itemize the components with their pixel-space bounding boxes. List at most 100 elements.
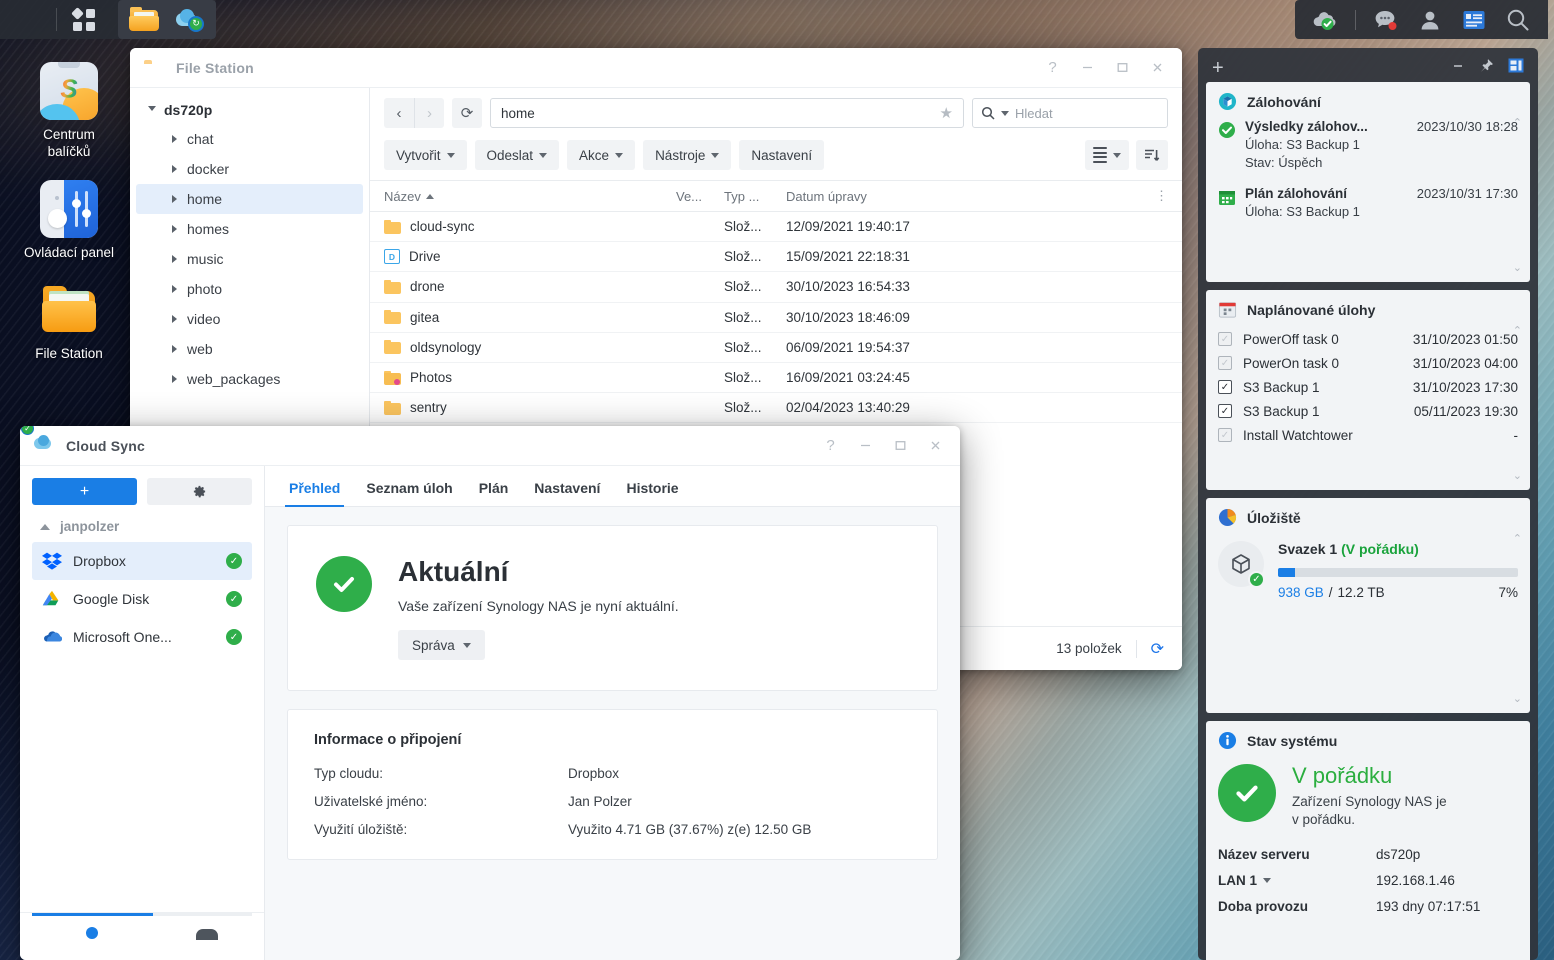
tray-user-account[interactable] [1410, 0, 1450, 39]
settings-button[interactable]: Nastavení [739, 140, 825, 170]
main-menu-button[interactable] [56, 0, 112, 39]
account-group-header[interactable]: janpolzer [32, 505, 252, 542]
task-row[interactable]: ✓ S3 Backup 1 31/10/2023 17:30 [1218, 375, 1518, 399]
checkbox-icon[interactable]: ✓ [1218, 428, 1232, 442]
table-row[interactable]: Photos Slož... 16/09/2021 03:24:45 [370, 363, 1182, 394]
tray-widgets-toggle[interactable] [1454, 0, 1494, 39]
task-row[interactable]: ✓ S3 Backup 1 05/11/2023 19:30 [1218, 399, 1518, 423]
scroll-down-icon[interactable]: ⌄ [1513, 692, 1522, 705]
task-time: 31/10/2023 17:30 [1412, 379, 1518, 395]
account-item-dropbox[interactable]: Dropbox ✓ [32, 542, 252, 580]
manage-button[interactable]: Správa [398, 630, 485, 661]
chevron-right-icon [172, 345, 177, 353]
cloud-sync-window[interactable]: ✓ Cloud Sync ? + janpolzer Dropbox ✓ Goo… [20, 426, 960, 960]
column-header-date[interactable]: Datum úpravy [786, 189, 1148, 204]
close-icon[interactable] [919, 431, 952, 461]
tab-nastaveni[interactable]: Nastavení [534, 480, 600, 506]
view-mode-button[interactable] [1085, 140, 1129, 170]
taskbar-item-file-station[interactable] [124, 0, 164, 39]
tree-item-docker[interactable]: docker [136, 154, 363, 184]
task-row[interactable]: ✓ Install Watchtower - [1218, 423, 1518, 447]
tree-item-photo[interactable]: photo [136, 274, 363, 304]
tree-item-chat[interactable]: chat [136, 124, 363, 154]
desktop-icon-file-station[interactable]: File Station [14, 281, 124, 362]
table-row[interactable]: oldsynology Slož... 06/09/2021 19:54:37 [370, 333, 1182, 363]
create-button[interactable]: Vytvořit [384, 140, 467, 170]
minimize-icon[interactable] [849, 431, 882, 461]
backup-result-item[interactable]: Výsledky zálohov... 2023/10/30 18:28 Úlo… [1218, 119, 1518, 170]
scroll-down-icon[interactable]: ⌄ [1513, 469, 1522, 482]
column-header-type[interactable]: Typ ... [724, 189, 786, 204]
folder-icon [384, 400, 401, 415]
account-item-onedrive[interactable]: Microsoft One... ✓ [32, 618, 252, 656]
info-key[interactable]: LAN 1 [1218, 873, 1376, 888]
green-check-icon [316, 556, 372, 612]
pin-icon[interactable] [1479, 58, 1494, 78]
close-icon[interactable] [1141, 53, 1174, 83]
checkbox-icon[interactable]: ✓ [1218, 332, 1232, 346]
minimize-icon[interactable] [1451, 59, 1465, 78]
add-connection-button[interactable]: + [32, 478, 137, 505]
table-row[interactable]: gitea Slož... 30/10/2023 18:46:09 [370, 303, 1182, 333]
tree-item-web[interactable]: web [136, 334, 363, 364]
path-input[interactable]: home ★ [490, 98, 964, 128]
task-row[interactable]: ✓ PowerOff task 0 31/10/2023 01:50 [1218, 327, 1518, 351]
table-row[interactable]: drone Slož... 30/10/2023 16:54:33 [370, 272, 1182, 303]
favorite-star-icon[interactable]: ★ [940, 104, 953, 122]
scroll-up-icon[interactable]: ⌃ [1513, 532, 1522, 545]
tray-cloud-sync-status[interactable] [1305, 0, 1345, 39]
taskbar-item-cloud-sync[interactable]: ↻ [170, 0, 210, 39]
column-header-name[interactable]: Název [384, 189, 676, 204]
column-header-size[interactable]: Ve... [676, 189, 724, 204]
sort-button[interactable] [1136, 140, 1168, 170]
desktop-icon-package-center[interactable]: S Centrum balíčků [14, 62, 124, 160]
tab-prehled[interactable]: Přehled [284, 480, 345, 507]
back-icon[interactable]: ‹ [384, 98, 414, 128]
help-icon[interactable]: ? [814, 431, 847, 461]
actions-button[interactable]: Akce [567, 140, 636, 170]
tree-root-ds720p[interactable]: ds720p [130, 96, 369, 124]
tree-item-home[interactable]: home [136, 184, 363, 214]
chevron-down-icon[interactable] [1001, 110, 1009, 116]
desktop-icon-control-panel[interactable]: Ovládací panel [14, 180, 124, 261]
forward-icon[interactable]: › [414, 98, 444, 128]
checkbox-icon[interactable]: ✓ [1218, 380, 1232, 394]
account-item-google-drive[interactable]: Google Disk ✓ [32, 580, 252, 618]
layout-icon[interactable] [1508, 58, 1524, 78]
scroll-up-icon[interactable]: ⌃ [1513, 116, 1522, 129]
list-view-icon [1093, 147, 1107, 163]
add-widget-icon[interactable]: + [1206, 57, 1230, 80]
maximize-icon[interactable] [884, 431, 917, 461]
scroll-down-icon[interactable]: ⌄ [1513, 261, 1522, 274]
help-icon[interactable]: ? [1036, 53, 1069, 83]
scroll-up-icon[interactable]: ⌃ [1513, 324, 1522, 337]
upload-button[interactable]: Odeslat [474, 140, 560, 170]
refresh-icon[interactable]: ⟳ [452, 98, 482, 128]
tree-item-homes[interactable]: homes [136, 214, 363, 244]
tools-button[interactable]: Nástroje [643, 140, 732, 170]
search-input[interactable]: Hledat [972, 98, 1168, 128]
gear-icon[interactable] [147, 478, 252, 505]
taskbar-left: ↻ [0, 0, 216, 39]
tree-item-web-packages[interactable]: web_packages [136, 364, 363, 394]
minimize-icon[interactable] [1071, 53, 1104, 83]
tray-search[interactable] [1498, 0, 1538, 39]
maximize-icon[interactable] [1106, 53, 1139, 83]
tree-item-video[interactable]: video [136, 304, 363, 334]
tab-seznam-uloh[interactable]: Seznam úloh [366, 480, 452, 506]
table-row[interactable]: cloud-sync Slož... 12/09/2021 19:40:17 [370, 212, 1182, 243]
table-row[interactable]: D Drive Slož... 15/09/2021 22:18:31 [370, 242, 1182, 273]
volume-row[interactable]: ✓ Svazek 1 (V pořádku) 938 GB / 12.2 TB … [1218, 535, 1518, 604]
tab-historie[interactable]: Historie [626, 480, 678, 506]
column-options-icon[interactable]: ⋮ [1148, 188, 1168, 204]
tree-item-music[interactable]: music [136, 244, 363, 274]
backup-item-task: Úloha: S3 Backup 1 [1245, 137, 1360, 152]
table-row[interactable]: sentry Slož... 02/04/2023 13:40:29 [370, 393, 1182, 424]
tray-notifications[interactable] [1366, 0, 1406, 39]
task-row[interactable]: ✓ PowerOn task 0 31/10/2023 04:00 [1218, 351, 1518, 375]
checkbox-icon[interactable]: ✓ [1218, 404, 1232, 418]
backup-schedule-item[interactable]: Plán zálohování 2023/10/31 17:30 Úloha: … [1218, 186, 1518, 219]
checkbox-icon[interactable]: ✓ [1218, 356, 1232, 370]
tab-plan[interactable]: Plán [479, 480, 509, 506]
refresh-icon[interactable]: ⟳ [1151, 639, 1164, 659]
